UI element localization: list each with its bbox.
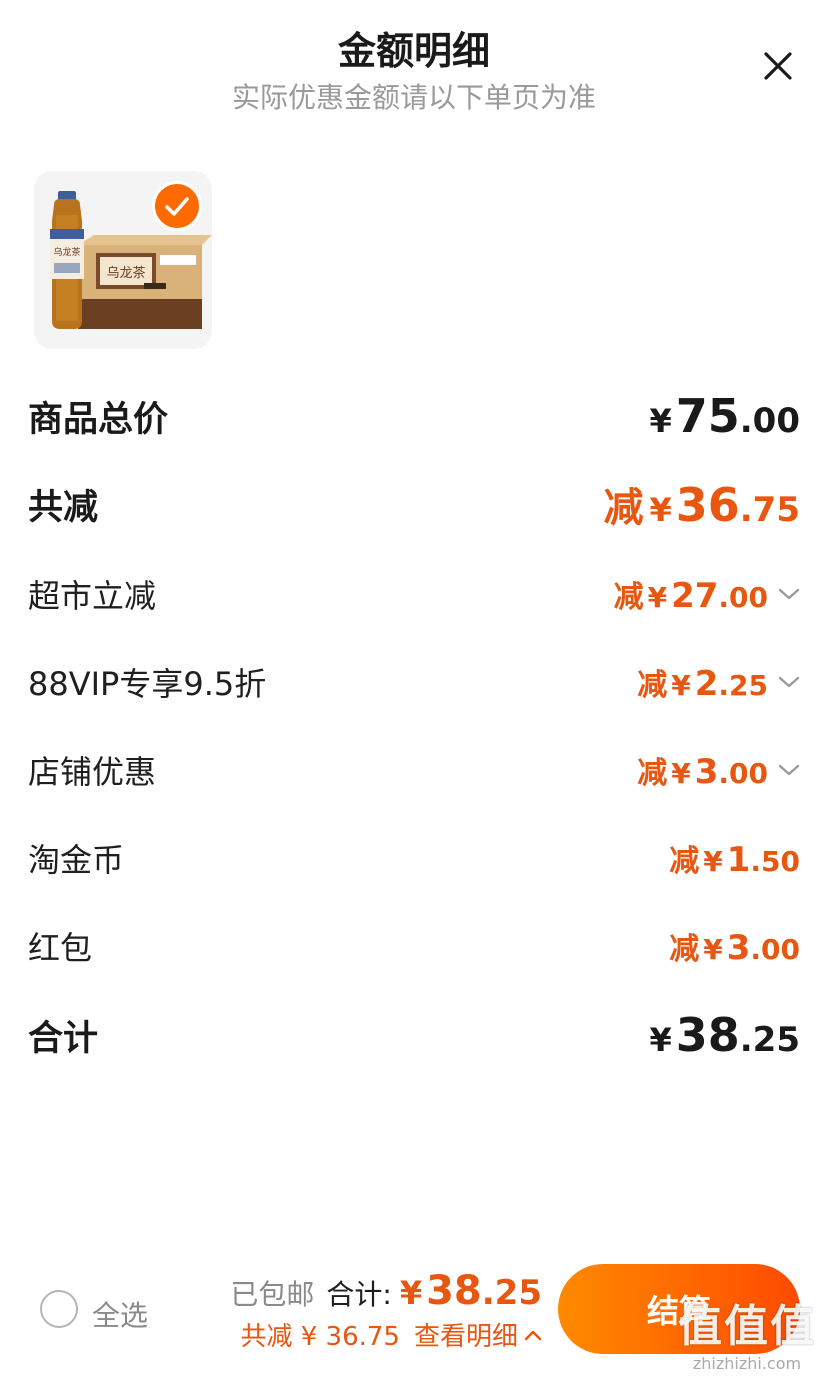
modal-header: 金额明细 实际优惠金额请以下单页为准 xyxy=(0,0,828,130)
row-supermarket-discount[interactable]: 超市立减 减 ¥27.00 xyxy=(28,566,800,622)
row-grand-total: 合计 ¥38.25 xyxy=(28,1004,800,1066)
page-subtitle: 实际优惠金额请以下单页为准 xyxy=(231,81,596,114)
close-icon[interactable] xyxy=(758,46,798,86)
select-all-radio[interactable] xyxy=(40,1290,78,1328)
row-label: 超市立减 xyxy=(28,577,157,615)
chevron-down-icon[interactable] xyxy=(778,763,800,777)
row-amount: 减 ¥27.00 xyxy=(614,572,800,616)
watermark: 值值值 zhizhizhi.com xyxy=(678,1301,816,1373)
row-88vip-discount[interactable]: 88VIP专享9.5折 减 ¥2.25 xyxy=(28,654,800,710)
row-label: 商品总价 xyxy=(28,399,169,440)
total-amount: 38 xyxy=(426,1268,482,1314)
chevron-down-icon[interactable] xyxy=(778,587,800,601)
select-all-label[interactable]: 全选 xyxy=(92,1294,148,1334)
bottle-label: 乌龙茶 xyxy=(53,246,80,258)
row-amount: 减 ¥3.00 xyxy=(669,928,800,968)
chevron-down-icon[interactable] xyxy=(778,675,800,689)
row-label: 共减 xyxy=(28,487,99,528)
row-label: 88VIP专享9.5折 xyxy=(28,665,267,703)
box-label: 乌龙茶 xyxy=(106,265,145,281)
row-amount: 减 ¥1.50 xyxy=(669,840,800,880)
view-detail-link[interactable]: 查看明细 xyxy=(414,1316,518,1353)
selected-check-icon[interactable] xyxy=(152,181,202,231)
row-amount: 减 ¥2.25 xyxy=(637,660,800,704)
row-total-discount: 共减 减 ¥36.75 xyxy=(28,474,800,534)
row-amount: ¥75.00 xyxy=(649,389,800,443)
free-shipping-label: 已包邮 xyxy=(230,1278,315,1311)
total-label: 合计: xyxy=(326,1278,392,1311)
row-store-discount[interactable]: 店铺优惠 减 ¥3.00 xyxy=(28,742,800,798)
discount-text: 共减 ¥ 36.75 xyxy=(240,1322,400,1352)
row-taojinbi-discount: 淘金币 减 ¥1.50 xyxy=(28,830,800,886)
row-label: 店铺优惠 xyxy=(28,753,157,791)
row-amount: 减 ¥3.00 xyxy=(637,748,800,792)
page-title: 金额明细 xyxy=(337,29,490,73)
row-label: 红包 xyxy=(28,929,93,967)
row-amount: ¥38.25 xyxy=(649,1008,800,1062)
row-red-packet-discount: 红包 减 ¥3.00 xyxy=(28,918,800,974)
chevron-up-icon[interactable] xyxy=(524,1329,542,1341)
row-amount: 减 ¥36.75 xyxy=(603,478,800,532)
row-label: 淘金币 xyxy=(28,841,125,879)
row-label: 合计 xyxy=(28,1018,99,1059)
footer-total: 已包邮 合计: ¥38.25 xyxy=(230,1268,542,1314)
row-goods-total: 商品总价 ¥75.00 xyxy=(28,386,800,446)
discount-summary[interactable]: 共减 ¥ 36.75 查看明细 xyxy=(240,1316,542,1353)
